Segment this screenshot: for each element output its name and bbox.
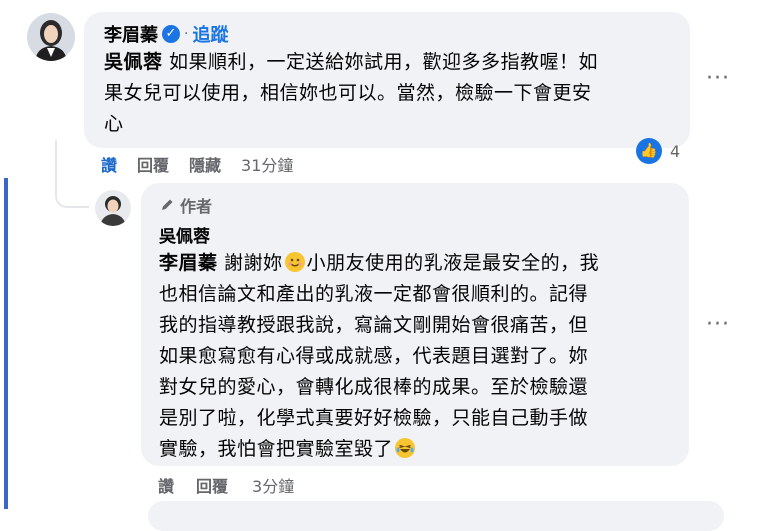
comment-line: 我的指導教授跟我說，寫論文剛開始會很痛苦，但 — [159, 314, 589, 336]
smiling-face-emoji — [284, 252, 305, 272]
comment-line: 果女兒可以使用，相信妳也可以。當然，檢驗一下會更安 — [104, 82, 592, 104]
hide-button[interactable]: 隱藏 — [189, 152, 221, 176]
comment-line: 實驗，我怕會把實驗室毀了 — [159, 434, 679, 465]
comment-author-name[interactable]: 李眉蓁 — [104, 21, 158, 47]
like-button[interactable]: 讚 — [158, 473, 174, 497]
reply-connector — [55, 140, 89, 208]
author-tag-label: 作者 — [180, 197, 213, 216]
comment-body-1: 吳佩蓉 如果順利，一定送給妳試用，歡迎多多指教喔！如 果女兒可以使用，相信妳也可… — [104, 47, 679, 140]
pencil-icon — [159, 197, 175, 213]
laughing-face-emoji — [395, 438, 416, 458]
avatar-li-meizhen[interactable] — [27, 13, 75, 61]
thread-indicator — [4, 178, 8, 509]
thumbs-up-icon: 👍 — [636, 138, 662, 164]
comment-line: 對女兒的愛心，會轉化成很棒的成果。至於檢驗還 — [159, 376, 589, 398]
verified-badge-icon: ✓ — [162, 25, 180, 43]
reply-button[interactable]: 回覆 — [137, 152, 169, 176]
like-button[interactable]: 讚 — [101, 152, 117, 176]
comment-body-2: 李眉蓁 謝謝妳 小朋友使用的乳液是最安全的，我 也相信論文和產出的乳液一定都會很順… — [159, 248, 679, 465]
comment-line: 心 — [104, 113, 124, 135]
comment-actions-1: 讚 回覆 隱藏 31分鐘 — [101, 152, 293, 176]
comment-line: 也相信論文和產出的乳液一定都會很順利的。記得 — [159, 283, 589, 305]
profile-photo-icon — [27, 13, 75, 61]
reaction-summary[interactable]: 👍 4 — [636, 138, 680, 164]
mention-link[interactable]: 李眉蓁 — [159, 252, 218, 274]
comment-header-1: 李眉蓁 ✓ · 追蹤 — [104, 22, 228, 46]
comment-text: 小朋友使用的乳液是最安全的，我 — [306, 252, 600, 274]
mention-link[interactable]: 吳佩蓉 — [104, 51, 163, 73]
next-comment-bubble — [148, 501, 724, 531]
comment-text: 如果順利，一定送給妳試用，歡迎多多指教喔！如 — [162, 51, 599, 73]
timestamp[interactable]: 31分鐘 — [241, 152, 293, 176]
separator-dot: · — [184, 26, 189, 42]
author-tag: 作者 — [159, 193, 212, 217]
follow-button[interactable]: 追蹤 — [192, 21, 228, 47]
comment-actions-2: 讚 回覆 3分鐘 — [158, 473, 294, 497]
more-options-icon[interactable]: ··· — [706, 312, 730, 337]
comment-text: 謝謝妳 — [217, 252, 283, 274]
more-options-icon[interactable]: ··· — [706, 66, 730, 91]
timestamp[interactable]: 3分鐘 — [252, 473, 294, 497]
reply-button[interactable]: 回覆 — [196, 473, 228, 497]
comment-author-name[interactable]: 吳佩蓉 — [159, 222, 210, 247]
comment-line: 是別了啦，化學式真要好好檢驗，只能自己動手做 — [159, 407, 589, 429]
comment-line: 吳佩蓉 如果順利，一定送給妳試用，歡迎多多指教喔！如 — [104, 47, 679, 78]
comment-line: 李眉蓁 謝謝妳 小朋友使用的乳液是最安全的，我 — [159, 248, 679, 279]
comment-text: 實驗，我怕會把實驗室毀了 — [159, 438, 394, 460]
comment-line: 如果愈寫愈有心得或成就感，代表題目選對了。妳 — [159, 345, 589, 367]
reaction-count: 4 — [670, 141, 681, 161]
avatar-wu-peirong[interactable] — [95, 190, 131, 226]
profile-photo-icon — [95, 190, 131, 226]
